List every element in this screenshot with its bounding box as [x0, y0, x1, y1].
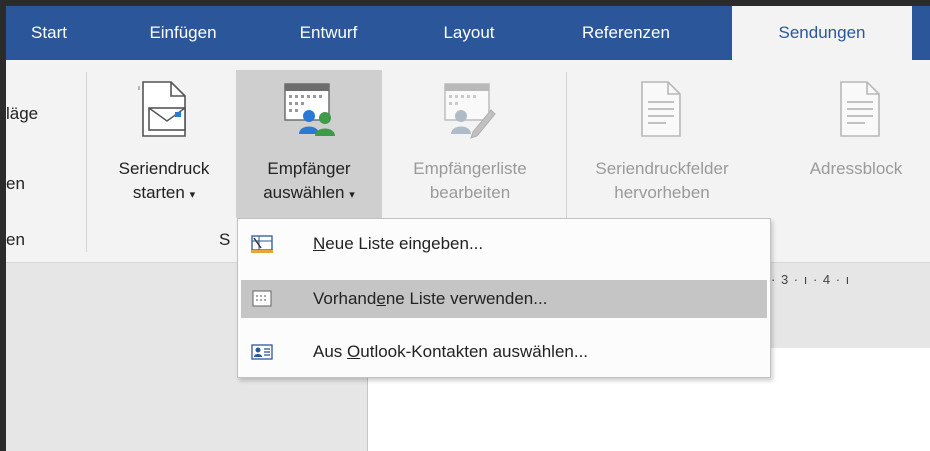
- tab-sendungen[interactable]: Sendungen: [732, 6, 912, 60]
- empfaenger-auswaehlen-button[interactable]: Empfänger auswählen ▾: [236, 70, 382, 218]
- outlook-contacts-icon: [251, 342, 273, 362]
- menu-item-vorhandene-liste-accesskey: e: [376, 289, 386, 308]
- ribbon-fragment-2[interactable]: en: [6, 174, 25, 194]
- menu-item-vorhandene-liste-label: Vorhandene Liste verwenden...: [313, 280, 547, 318]
- new-list-icon: [251, 234, 273, 254]
- empfaenger-auswaehlen-line2-text: auswählen: [263, 183, 345, 202]
- group-separator: [86, 72, 87, 252]
- empfaengerliste-bearbeiten-button[interactable]: Empfängerliste bearbeiten: [384, 70, 556, 218]
- chevron-down-icon: ▾: [189, 189, 196, 201]
- menu-item-neue-liste[interactable]: Neue Liste eingeben...: [241, 225, 767, 263]
- document-envelope-icon: [137, 78, 193, 144]
- select-recipients-menu: Neue Liste eingeben... Vorhandene Liste …: [237, 218, 771, 378]
- menu-item-neue-liste-accesskey: N: [313, 234, 326, 253]
- ribbon-fragment-3: en: [6, 230, 25, 249]
- empfaengerliste-bearbeiten-line1: Empfängerliste: [413, 159, 527, 178]
- menu-item-vorhandene-liste-label-pre: Vorhand: [313, 289, 377, 308]
- tab-layout[interactable]: Layout: [424, 6, 514, 60]
- existing-list-icon: [251, 289, 273, 309]
- group-label-fragment: S: [219, 230, 231, 249]
- empfaenger-auswaehlen-line1: Empfänger: [267, 159, 351, 178]
- empfaengerliste-bearbeiten-line2: bearbeiten: [429, 183, 511, 202]
- menu-item-vorhandene-liste[interactable]: Vorhandene Liste verwenden...: [241, 280, 767, 318]
- highlight-fields-icon: [636, 78, 686, 144]
- menu-item-outlook-kontakte-label-post: utlook-Kontakten auswählen...: [360, 342, 589, 361]
- seriendruck-starten-button[interactable]: Seriendruck starten ▾: [94, 70, 234, 218]
- chevron-down-icon: ▾: [349, 189, 355, 201]
- seriendruckfelder-hervorheben-line1: Seriendruckfelder: [595, 159, 729, 178]
- menu-item-neue-liste-label: Neue Liste eingeben...: [313, 225, 483, 263]
- menu-item-vorhandene-liste-label-post: ne Liste verwenden...: [385, 289, 548, 308]
- menu-item-outlook-kontakte[interactable]: Aus Outlook-Kontakten auswählen...: [241, 333, 767, 371]
- address-block-icon: [835, 78, 885, 144]
- seriendruck-starten-line2: starten ▾: [94, 182, 234, 206]
- seriendruckfelder-hervorheben-button[interactable]: Seriendruckfelder hervorheben: [574, 70, 750, 218]
- seriendruckfelder-hervorheben-line2: hervorheben: [614, 183, 710, 202]
- menu-item-outlook-kontakte-accesskey: O: [347, 342, 361, 361]
- edit-recipients-icon: [439, 78, 499, 144]
- horizontal-ruler[interactable]: · 3 · ı · 4 · ı: [771, 272, 850, 287]
- adressblock-button[interactable]: Adressblock: [786, 70, 926, 218]
- adressblock-label: Adressblock: [809, 159, 903, 178]
- menu-item-outlook-kontakte-label-pre: Aus: [313, 342, 348, 361]
- tab-start[interactable]: Start: [14, 6, 84, 60]
- seriendruck-starten-line2-text: starten: [132, 183, 185, 202]
- tab-einfuegen[interactable]: Einfügen: [128, 6, 238, 60]
- ribbon-fragment-1[interactable]: läge: [6, 104, 38, 124]
- tab-entwurf[interactable]: Entwurf: [281, 6, 376, 60]
- menu-item-outlook-kontakte-label: Aus Outlook-Kontakten auswählen...: [313, 333, 588, 371]
- recipients-group-icon: [279, 78, 339, 144]
- empfaenger-auswaehlen-line2: auswählen ▾: [236, 182, 382, 206]
- ribbon-tab-bar: Start Einfügen Entwurf Layout Referenzen…: [6, 6, 930, 60]
- menu-item-neue-liste-label-post: eue Liste eingeben...: [325, 234, 484, 253]
- tab-referenzen[interactable]: Referenzen: [561, 6, 691, 60]
- seriendruck-starten-line1: Seriendruck: [118, 159, 210, 178]
